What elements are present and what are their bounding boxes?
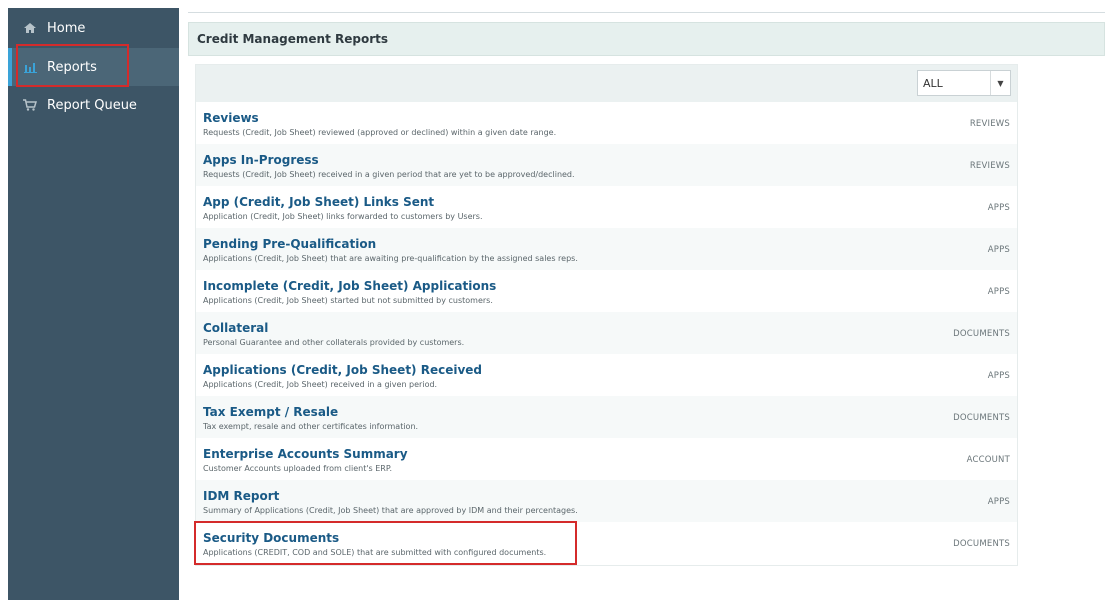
report-title[interactable]: Collateral (203, 321, 1017, 335)
report-title[interactable]: Tax Exempt / Resale (203, 405, 1017, 419)
report-description: Personal Guarantee and other collaterals… (203, 338, 465, 347)
report-title[interactable]: Pending Pre-Qualification (203, 237, 1017, 251)
report-row[interactable]: Apps In-Progress Requests (Credit, Job S… (196, 144, 1017, 186)
sidebar: Home Reports Report Queue (8, 8, 179, 600)
report-category: REVIEWS (969, 161, 1010, 171)
report-category: APPS (987, 497, 1010, 507)
report-title[interactable]: Applications (Credit, Job Sheet) Receive… (203, 363, 1017, 377)
sidebar-item-reports[interactable]: Reports (8, 48, 179, 86)
chevron-down-icon[interactable]: ▼ (990, 71, 1010, 95)
report-category: REVIEWS (969, 119, 1010, 129)
report-category: DOCUMENTS (953, 329, 1010, 339)
report-row[interactable]: Pending Pre-Qualification Applications (… (196, 228, 1017, 270)
report-description: Summary of Applications (Credit, Job She… (203, 506, 578, 515)
report-description: Applications (Credit, Job Sheet) receive… (203, 380, 438, 389)
reports-panel: ALL ▼ Reviews Requests (Credit, Job Shee… (195, 64, 1018, 566)
sidebar-item-report-queue[interactable]: Report Queue (8, 86, 179, 124)
report-list: Reviews Requests (Credit, Job Sheet) rev… (196, 102, 1017, 564)
report-description: Requests (Credit, Job Sheet) reviewed (a… (203, 128, 557, 137)
report-category: DOCUMENTS (953, 413, 1010, 423)
report-row[interactable]: IDM Report Summary of Applications (Cred… (196, 480, 1017, 522)
report-row[interactable]: Applications (Credit, Job Sheet) Receive… (196, 354, 1017, 396)
top-divider (188, 12, 1105, 13)
report-title[interactable]: IDM Report (203, 489, 1017, 503)
report-title[interactable]: Security Documents (203, 531, 1017, 545)
report-category: DOCUMENTS (953, 539, 1010, 549)
report-description: Applications (Credit, Job Sheet) that ar… (203, 254, 578, 263)
report-description: Application (Credit, Job Sheet) links fo… (203, 212, 483, 221)
report-title[interactable]: Reviews (203, 111, 1017, 125)
category-filter-value: ALL (923, 76, 943, 90)
report-description: Tax exempt, resale and other certificate… (203, 422, 419, 431)
category-filter-select[interactable]: ALL ▼ (917, 70, 1011, 96)
report-category: APPS (987, 371, 1010, 381)
sidebar-item-label: Report Queue (47, 97, 137, 113)
report-title[interactable]: Apps In-Progress (203, 153, 1017, 167)
report-title[interactable]: Incomplete (Credit, Job Sheet) Applicati… (203, 279, 1017, 293)
report-row[interactable]: Enterprise Accounts Summary Customer Acc… (196, 438, 1017, 480)
report-row[interactable]: Reviews Requests (Credit, Job Sheet) rev… (196, 102, 1017, 144)
bar-chart-icon (22, 60, 38, 74)
report-row[interactable]: App (Credit, Job Sheet) Links Sent Appli… (196, 186, 1017, 228)
page-title: Credit Management Reports (188, 22, 1105, 56)
report-description: Customer Accounts uploaded from client's… (203, 464, 392, 473)
report-description: Applications (Credit, Job Sheet) started… (203, 296, 493, 305)
sidebar-item-home[interactable]: Home (8, 8, 179, 48)
home-icon (22, 21, 38, 35)
report-category: APPS (987, 287, 1010, 297)
sidebar-item-label: Reports (47, 59, 97, 75)
report-category: ACCOUNT (966, 455, 1010, 465)
report-row[interactable]: Tax Exempt / Resale Tax exempt, resale a… (196, 396, 1017, 438)
report-description: Applications (CREDIT, COD and SOLE) that… (203, 548, 547, 557)
report-title[interactable]: Enterprise Accounts Summary (203, 447, 1017, 461)
panel-toolbar: ALL ▼ (196, 65, 1017, 102)
report-row[interactable]: Incomplete (Credit, Job Sheet) Applicati… (196, 270, 1017, 312)
cart-icon (22, 98, 38, 112)
report-row[interactable]: Collateral Personal Guarantee and other … (196, 312, 1017, 354)
report-category: APPS (987, 203, 1010, 213)
report-category: APPS (987, 245, 1010, 255)
report-row[interactable]: Security Documents Applications (CREDIT,… (196, 522, 1017, 564)
report-description: Requests (Credit, Job Sheet) received in… (203, 170, 575, 179)
sidebar-item-label: Home (47, 20, 86, 36)
report-title[interactable]: App (Credit, Job Sheet) Links Sent (203, 195, 1017, 209)
